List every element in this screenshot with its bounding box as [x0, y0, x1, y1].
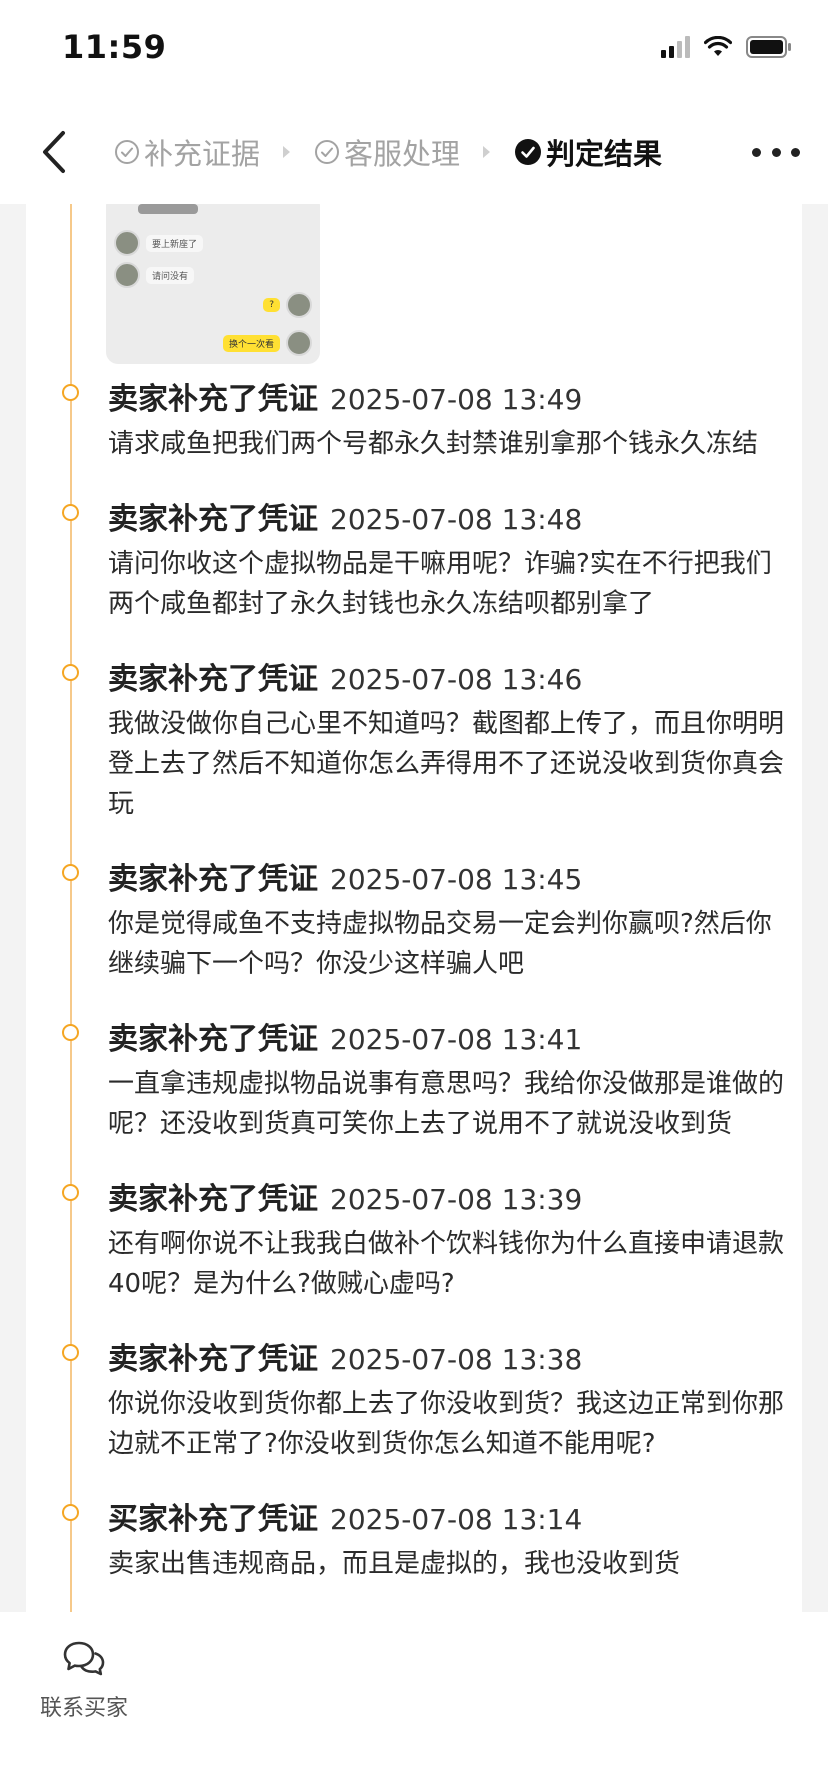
step-judgment-result[interactable]: 判定结果	[514, 131, 662, 173]
more-options-button[interactable]	[752, 134, 800, 170]
timeline-dot-icon	[62, 384, 79, 401]
wifi-icon	[704, 36, 732, 58]
entry-time: 2025-07-08 13:14	[330, 1503, 583, 1536]
avatar	[114, 230, 140, 256]
avatar	[114, 262, 140, 288]
thumb-chat-row: ?	[263, 292, 312, 318]
chevron-left-icon	[43, 131, 65, 173]
entry-time: 2025-07-08 13:39	[330, 1183, 583, 1216]
bottom-action-bar: 联系买家	[0, 1612, 828, 1792]
entry-time: 2025-07-08 13:45	[330, 863, 583, 896]
entry-title: 卖家补充了凭证	[108, 382, 318, 417]
step-supplement-evidence[interactable]: 补充证据	[114, 131, 260, 173]
entry-text: 我做没做你自己心里不知道吗？截图都上传了，而且你明明登上去了然后不知道你怎么弄得…	[108, 709, 785, 819]
entry-header: 卖家补充了凭证 2025-07-08 13:48	[108, 494, 582, 538]
entry-time: 2025-07-08 13:38	[330, 1343, 583, 1376]
chat-bubble: 要上新座了	[146, 234, 204, 252]
step-label: 判定结果	[546, 137, 663, 171]
entry-title: 卖家补充了凭证	[108, 662, 318, 697]
check-circle-outline-icon	[114, 139, 140, 165]
contact-buyer-button[interactable]: 联系买家	[34, 1640, 134, 1722]
entry-header: 卖家补充了凭证 2025-07-08 13:39	[108, 1174, 582, 1218]
entry-title: 卖家补充了凭证	[108, 1182, 318, 1217]
nav-bar: 补充证据 客服处理 判定结果	[0, 100, 828, 204]
timeline-dot-icon	[62, 504, 79, 521]
entry-time: 2025-07-08 13:49	[330, 383, 583, 416]
evidence-image-thumbnail[interactable]: 要上新座了 请问没有 ? 换个一次看	[106, 204, 320, 364]
step-label: 客服处理	[344, 137, 461, 171]
step-arrow-icon	[482, 145, 492, 159]
entry-text: 卖家出售违规商品，而且是虚拟的，我也没收到货	[108, 1549, 681, 1579]
entry-text: 你是觉得咸鱼不支持虚拟物品交易一定会判你赢呗?然后你继续骗下一个吗？你没少这样骗…	[108, 909, 772, 979]
more-dot	[752, 147, 761, 157]
check-circle-filled-icon	[514, 138, 542, 166]
thumb-chat-row: 请问没有	[114, 262, 195, 288]
chat-bubbles-icon	[34, 1640, 134, 1678]
timeline-dot-icon	[62, 1184, 79, 1201]
timeline-dot-icon	[62, 664, 79, 681]
entry-title: 买家补充了凭证	[108, 1502, 318, 1537]
status-time: 11:59	[62, 28, 167, 66]
timeline-dot-icon	[62, 1504, 79, 1521]
back-button[interactable]	[30, 126, 78, 178]
chat-bubble: 换个一次看	[222, 334, 280, 352]
thumbnail-image-bar	[138, 204, 198, 214]
contact-buyer-label: 联系买家	[39, 1696, 128, 1721]
timeline-line	[70, 204, 72, 1612]
more-dot	[771, 147, 781, 157]
timeline-dot-icon	[62, 1344, 79, 1361]
avatar	[286, 292, 312, 318]
step-arrow-icon	[282, 145, 292, 159]
thumb-chat-row: 要上新座了	[114, 230, 204, 256]
content-area[interactable]: 要上新座了 请问没有 ? 换个一次看 卖家补充了凭证 2025-07-08 13:…	[0, 204, 828, 1612]
thumb-chat-row: 换个一次看	[222, 330, 312, 356]
entry-title: 卖家补充了凭证	[108, 1022, 318, 1057]
timeline-card: 要上新座了 请问没有 ? 换个一次看 卖家补充了凭证 2025-07-08 13:…	[26, 204, 802, 1612]
entry-title: 卖家补充了凭证	[108, 502, 318, 537]
progress-steps: 补充证据 客服处理 判定结果	[114, 100, 662, 204]
timeline-dot-icon	[62, 864, 79, 881]
entry-time: 2025-07-08 13:41	[330, 1023, 583, 1056]
step-customer-service[interactable]: 客服处理	[314, 131, 460, 173]
avatar	[286, 330, 312, 356]
entry-time: 2025-07-08 13:48	[330, 503, 583, 536]
check-circle-outline-icon	[314, 139, 340, 165]
entry-title: 卖家补充了凭证	[108, 862, 318, 897]
entry-header: 卖家补充了凭证 2025-07-08 13:46	[108, 654, 582, 698]
chat-bubble: ?	[263, 298, 280, 312]
status-bar: 11:59	[0, 0, 828, 100]
cellular-signal-icon	[661, 36, 690, 58]
entry-header: 卖家补充了凭证 2025-07-08 13:41	[108, 1014, 582, 1058]
entry-header: 卖家补充了凭证 2025-07-08 13:49	[108, 374, 582, 418]
chat-bubble: 请问没有	[146, 266, 195, 284]
status-icons	[661, 36, 792, 58]
entry-text: 一直拿违规虚拟物品说事有意思吗？我给你没做那是谁做的呢？还没收到货真可笑你上去了…	[108, 1069, 785, 1139]
entry-time: 2025-07-08 13:46	[330, 663, 583, 696]
more-dot	[791, 147, 800, 157]
entry-text: 你说你没收到货你都上去了你没收到货？我这边正常到你那边就不正常了?你没收到货你怎…	[108, 1389, 785, 1459]
entry-title: 卖家补充了凭证	[108, 1342, 318, 1377]
entry-text: 请求咸鱼把我们两个号都永久封禁谁别拿那个钱永久冻结	[108, 429, 759, 459]
entry-header: 买家补充了凭证 2025-07-08 13:14	[108, 1494, 582, 1538]
battery-icon	[746, 36, 792, 58]
entry-text: 请问你收这个虚拟物品是干嘛用呢？诈骗?实在不行把我们两个咸鱼都封了永久封钱也永久…	[108, 549, 772, 619]
timeline-dot-icon	[62, 1024, 79, 1041]
entry-text: 还有啊你说不让我我白做补个饮料钱你为什么直接申请退款40呢？是为什么?做贼心虚吗…	[108, 1229, 785, 1299]
step-label: 补充证据	[144, 137, 261, 171]
entry-header: 卖家补充了凭证 2025-07-08 13:45	[108, 854, 582, 898]
entry-header: 卖家补充了凭证 2025-07-08 13:38	[108, 1334, 582, 1378]
